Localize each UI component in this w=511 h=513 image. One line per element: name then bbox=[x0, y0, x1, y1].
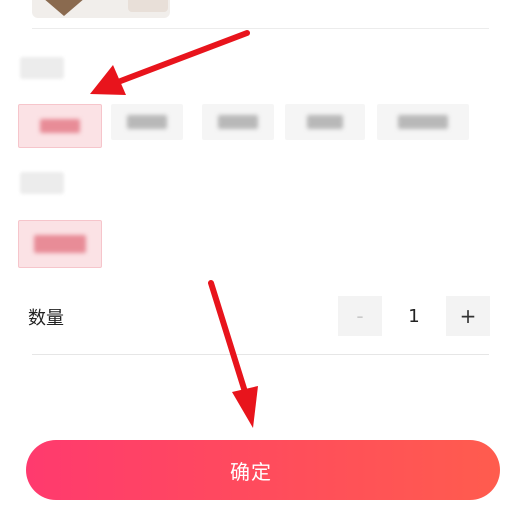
option-text-blurred bbox=[218, 115, 258, 129]
quantity-increment-button[interactable]: + bbox=[446, 296, 490, 336]
option-text-blurred bbox=[307, 115, 343, 129]
quantity-label: 数量 bbox=[28, 308, 64, 329]
spec-option[interactable] bbox=[111, 104, 183, 140]
spec-option[interactable] bbox=[202, 104, 274, 140]
option-text-blurred bbox=[398, 115, 448, 129]
quantity-stepper: - 1 + bbox=[338, 296, 490, 336]
product-thumbnail bbox=[32, 0, 170, 18]
red-annotation-arrow-icon bbox=[208, 280, 258, 428]
confirm-button-label: 确定 bbox=[230, 459, 272, 484]
divider bbox=[32, 28, 489, 29]
spec-group-label-blurred bbox=[20, 172, 64, 194]
spec-option-selected[interactable] bbox=[18, 104, 102, 148]
spec-option[interactable] bbox=[285, 104, 365, 140]
option-text-blurred bbox=[127, 115, 167, 129]
spec-option-selected[interactable] bbox=[18, 220, 102, 268]
spec-option[interactable] bbox=[377, 104, 469, 140]
quantity-value[interactable]: 1 bbox=[386, 296, 442, 336]
divider bbox=[32, 354, 489, 355]
confirm-button[interactable]: 确定 bbox=[26, 440, 500, 500]
product-image-shape bbox=[36, 0, 92, 16]
quantity-decrement-button[interactable]: - bbox=[338, 296, 382, 336]
option-text-blurred bbox=[34, 235, 86, 253]
spec-group-label-blurred bbox=[20, 57, 64, 79]
product-image-shape bbox=[128, 0, 168, 12]
option-text-blurred bbox=[40, 119, 80, 133]
red-annotation-arrow-icon bbox=[90, 30, 250, 95]
